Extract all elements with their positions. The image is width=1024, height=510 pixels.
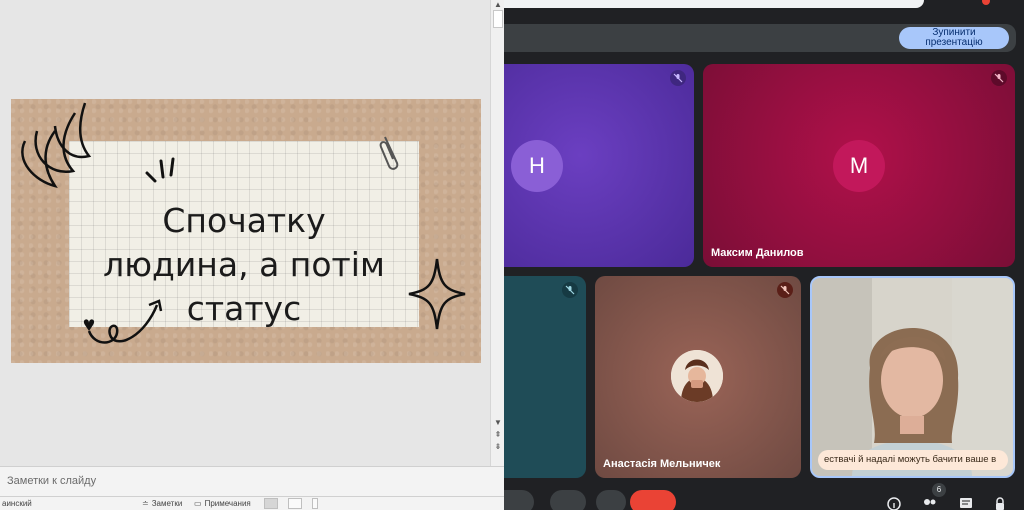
camera-feed — [812, 278, 1013, 476]
scroll-down-icon[interactable]: ▼ — [493, 418, 503, 428]
participant-tile-4[interactable]: Анастасія Мельничек — [595, 276, 801, 478]
participants-count-badge: 6 — [932, 483, 946, 497]
slide-editor-canvas[interactable]: Спочатку людина, а потім статус — [0, 0, 490, 466]
mic-muted-icon — [562, 282, 578, 298]
notes-toggle-label: Заметки — [151, 499, 183, 508]
browser-top-strip — [504, 0, 1024, 12]
avatar: М — [833, 140, 885, 192]
participant-tile-1[interactable]: Н — [504, 64, 694, 267]
slide-title-line-2: людина, а потім — [103, 245, 385, 284]
slide-title-line-3: статус — [186, 289, 302, 328]
previous-slide-icon[interactable]: ⇞ — [493, 430, 503, 440]
control-button[interactable] — [504, 490, 534, 510]
reading-view-button[interactable] — [312, 498, 318, 509]
notes-icon: ≐ — [142, 499, 149, 508]
profile-photo-icon — [671, 350, 723, 402]
meet-window: Зупинити презентацію Н М Максим Данилов — [504, 0, 1024, 510]
screen: Спочатку людина, а потім статус ▲ ▼ ⇞ ⇟ … — [0, 0, 1024, 510]
slide-title[interactable]: Спочатку людина, а потім статус — [69, 199, 419, 331]
control-button[interactable] — [596, 490, 626, 510]
participant-name: Максим Данилов — [711, 247, 804, 259]
stop-presenting-line-2: презентацію — [925, 37, 983, 48]
doodle-loops-icon — [21, 102, 92, 188]
participant-tile-3[interactable] — [504, 276, 586, 478]
language-indicator[interactable]: аинский — [2, 499, 32, 508]
notes-pane[interactable]: Заметки к слайду — [0, 466, 504, 496]
captions-notice: ествачі й надалі можуть бачити ваше в — [818, 450, 1008, 470]
address-bar-fragment — [504, 0, 924, 8]
comments-toggle-label: Примечания — [204, 499, 251, 508]
people-icon[interactable] — [922, 496, 938, 510]
comment-icon: ▭ — [194, 499, 202, 508]
mic-muted-icon — [991, 70, 1007, 86]
meeting-controls-bar: 6 — [504, 483, 1024, 510]
presenting-banner: Зупинити презентацію — [504, 24, 1016, 52]
scroll-up-icon[interactable]: ▲ — [493, 0, 503, 10]
vertical-scrollbar[interactable]: ▲ ▼ ⇞ ⇟ — [490, 0, 504, 466]
mic-muted-icon — [777, 282, 793, 298]
notes-toggle-button[interactable]: ≐ Заметки — [142, 499, 182, 508]
control-button[interactable] — [550, 490, 586, 510]
stop-presenting-button[interactable]: Зупинити презентацію — [899, 27, 1009, 49]
paperclip-icon — [379, 136, 399, 170]
chat-icon[interactable] — [958, 496, 974, 510]
lock-icon[interactable] — [992, 496, 1008, 510]
next-slide-icon[interactable]: ⇟ — [493, 442, 503, 452]
avatar: Н — [511, 140, 563, 192]
self-video-tile[interactable]: ествачі й надалі можуть бачити ваше в — [810, 276, 1015, 478]
end-call-button[interactable] — [630, 490, 676, 510]
participant-tile-2[interactable]: М Максим Данилов — [703, 64, 1015, 267]
mic-muted-icon — [670, 70, 686, 86]
slide[interactable]: Спочатку людина, а потім статус — [11, 99, 481, 363]
info-icon[interactable] — [886, 496, 902, 510]
recording-dot-icon — [982, 0, 990, 5]
scroll-thumb[interactable] — [493, 10, 503, 28]
slide-title-line-1: Спочатку — [162, 201, 326, 240]
participant-name: Анастасія Мельничек — [603, 458, 721, 470]
doodle-dashes-icon — [145, 157, 175, 183]
notes-placeholder: Заметки к слайду — [7, 475, 97, 487]
comments-toggle-button[interactable]: ▭ Примечания — [194, 499, 251, 508]
powerpoint-window: Спочатку людина, а потім статус ▲ ▼ ⇞ ⇟ … — [0, 0, 504, 510]
normal-view-button[interactable] — [264, 498, 278, 509]
slide-sorter-view-button[interactable] — [288, 498, 302, 509]
status-bar: аинский ≐ Заметки ▭ Примечания — [0, 496, 504, 510]
avatar — [671, 350, 723, 402]
